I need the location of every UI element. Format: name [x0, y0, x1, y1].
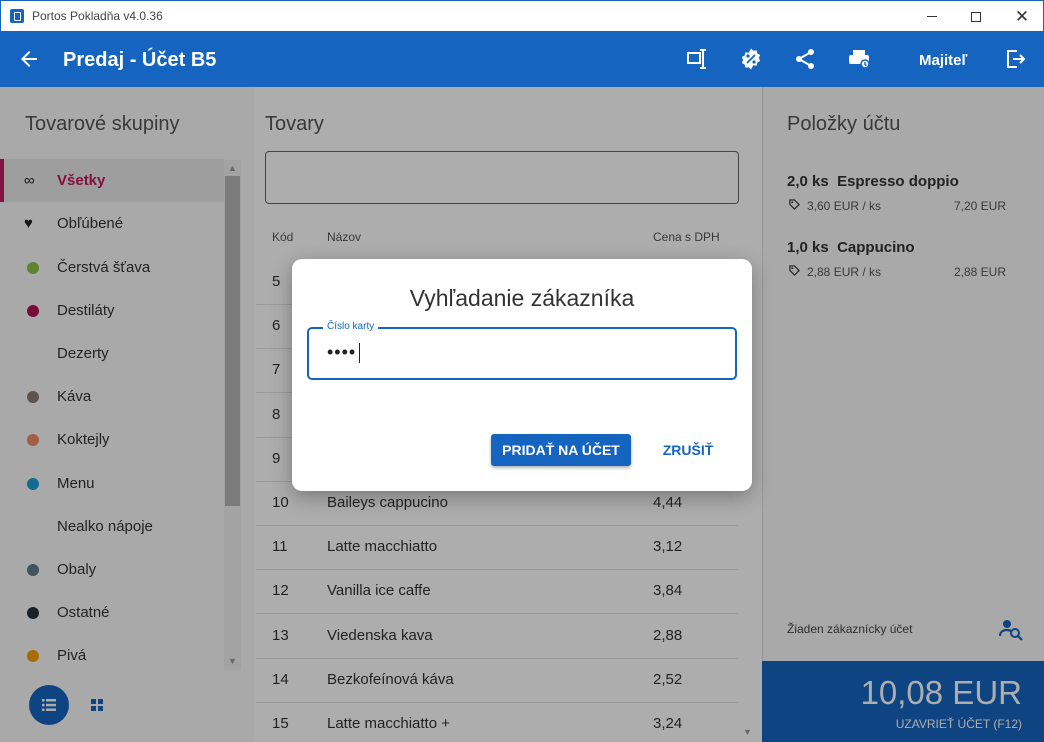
dialog-title: Vyhľadanie zákazníka: [409, 285, 635, 311]
app-logo-icon: [10, 9, 24, 23]
add-to-bill-button[interactable]: PRIDAŤ NA ÚČET: [491, 434, 631, 466]
print-icon[interactable]: [847, 47, 871, 71]
card-number-value[interactable]: ••••: [327, 342, 356, 363]
customer-search-dialog: Vyhľadanie zákazníka Číslo karty •••• PR…: [292, 259, 752, 491]
split-bill-icon[interactable]: [685, 47, 709, 71]
maximize-button[interactable]: [953, 1, 999, 32]
maximize-icon: [971, 11, 981, 22]
user-name[interactable]: Majiteľ: [919, 52, 967, 69]
close-window-button[interactable]: ✕: [999, 1, 1044, 32]
window-titlebar: Portos Pokladňa v4.0.36 ✕: [0, 0, 1044, 31]
logout-icon[interactable]: [1003, 47, 1027, 71]
arrow-left-icon[interactable]: [17, 47, 41, 71]
share-icon[interactable]: [793, 47, 817, 71]
card-number-label: Číslo karty: [323, 321, 379, 332]
window-title: Portos Pokladňa v4.0.36: [32, 9, 163, 23]
discount-icon[interactable]: [739, 47, 763, 71]
minimize-button[interactable]: [909, 1, 955, 32]
cancel-button[interactable]: ZRUŠIŤ: [650, 434, 726, 466]
page-title: Predaj - Účet B5: [63, 49, 217, 71]
close-icon: ✕: [1014, 7, 1030, 26]
text-caret: [359, 343, 360, 363]
app-header: Predaj - Účet B5 Majiteľ: [0, 31, 1044, 87]
minimize-icon: [927, 16, 937, 17]
card-number-field[interactable]: [307, 327, 737, 380]
